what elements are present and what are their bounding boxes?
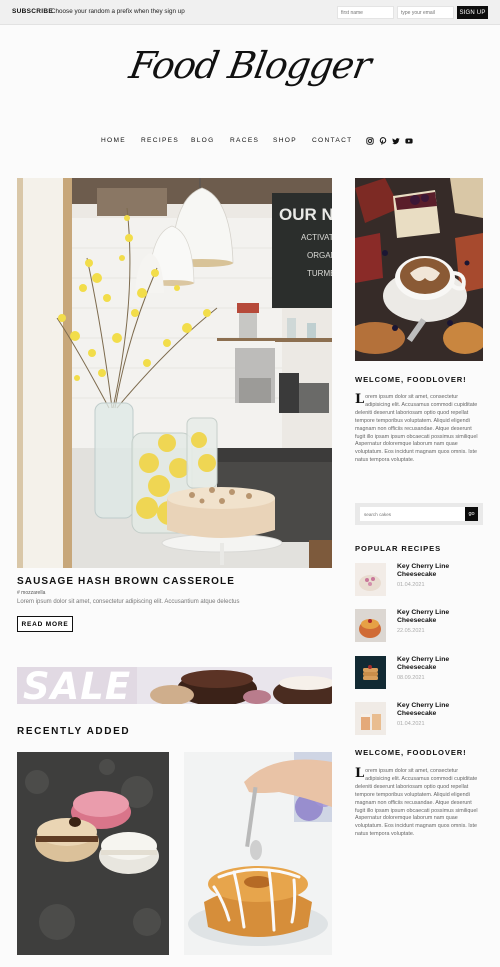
recipe-title[interactable]: Key Cherry Line Cheesecake xyxy=(397,656,477,673)
recent-post-card[interactable] xyxy=(184,752,332,955)
sign-up-button[interactable]: SIGN UP xyxy=(457,6,488,19)
chalkboard-text-2: ACTIVAT xyxy=(301,233,332,242)
macarons-photo xyxy=(17,752,169,955)
recipe-title[interactable]: Key Cherry Line Cheesecake xyxy=(397,702,477,719)
search-go-button[interactable]: go xyxy=(465,507,478,521)
recipe-thumbnail xyxy=(355,702,386,735)
instagram-icon[interactable] xyxy=(366,137,374,145)
chalkboard-text-1: OUR NE xyxy=(279,205,332,224)
sale-banner[interactable]: SALE xyxy=(17,667,332,704)
recipe-thumbnail xyxy=(355,563,386,596)
nav-item-races[interactable]: RACES xyxy=(230,137,259,144)
recipe-date: 01.04.2021 xyxy=(397,582,425,588)
welcome-text-2: Lorem ipsum dolor sit amet, consectetur … xyxy=(355,766,483,839)
main-nav: HOME RECIPES BLOG RACES SHOP CONTACT xyxy=(0,137,500,149)
welcome-body: orem ipsum dolor sit amet, consectetur a… xyxy=(355,394,478,464)
post-excerpt: Lorem ipsum dolor sit amet, consectetur … xyxy=(17,599,240,605)
youtube-icon[interactable] xyxy=(405,137,413,145)
logo-text: Food Blogger xyxy=(126,44,374,87)
welcome-heading-2: WELCOME, FOODLOVER! xyxy=(355,748,467,757)
chalkboard-text-4: TURME xyxy=(307,269,332,278)
pinterest-icon[interactable] xyxy=(379,137,387,145)
nav-item-home[interactable]: HOME xyxy=(101,137,126,144)
nav-item-blog[interactable]: BLOG xyxy=(191,137,215,144)
email-input[interactable] xyxy=(397,6,454,19)
subscribe-bar: SUBSCRIBE Choose your random a prefix wh… xyxy=(0,0,500,25)
welcome-text: Lorem ipsum dolor sit amet, consectetur … xyxy=(355,392,483,465)
recipe-title[interactable]: Key Cherry Line Cheesecake xyxy=(397,563,477,580)
site-logo[interactable]: Food Blogger xyxy=(0,44,500,87)
recipe-date: 01.04.2021 xyxy=(397,721,425,727)
featured-post-image[interactable]: OUR NE ACTIVAT ORGAN TURME xyxy=(17,178,332,568)
recently-added-heading: RECENTLY ADDED xyxy=(17,726,131,737)
recipe-title[interactable]: Key Cherry Line Cheesecake xyxy=(397,609,477,626)
popular-recipe-item[interactable]: Key Cherry Line Cheesecake 01.04.2021 xyxy=(355,702,483,736)
recent-post-card[interactable] xyxy=(17,752,169,955)
chalkboard-text-3: ORGAN xyxy=(307,251,332,260)
subscribe-text: Choose your random a prefix when they si… xyxy=(51,8,185,15)
first-name-input[interactable] xyxy=(337,6,394,19)
welcome-heading: WELCOME, FOODLOVER! xyxy=(355,375,467,384)
drop-cap: L xyxy=(355,392,365,407)
search-input[interactable] xyxy=(360,507,469,521)
sidebar-image[interactable] xyxy=(355,178,483,361)
popular-recipe-item[interactable]: Key Cherry Line Cheesecake 08.09.2021 xyxy=(355,656,483,690)
recipe-date: 08.09.2021 xyxy=(397,675,425,681)
popular-recipe-item[interactable]: Key Cherry Line Cheesecake 01.04.2021 xyxy=(355,563,483,597)
bundt-cake-photo xyxy=(184,752,332,955)
search-widget: go xyxy=(355,503,483,525)
welcome-body-2: orem ipsum dolor sit amet, consectetur a… xyxy=(355,768,478,838)
recipe-date: 22.05.2021 xyxy=(397,628,425,634)
recipe-thumbnail xyxy=(355,609,386,642)
post-tag[interactable]: # mozzarella xyxy=(17,590,45,596)
read-more-button[interactable]: READ MORE xyxy=(17,616,73,632)
nav-item-contact[interactable]: CONTACT xyxy=(312,137,352,144)
popular-recipe-item[interactable]: Key Cherry Line Cheesecake 22.05.2021 xyxy=(355,609,483,643)
nav-item-recipes[interactable]: RECIPES xyxy=(141,137,179,144)
twitter-icon[interactable] xyxy=(392,137,400,145)
subscribe-label: SUBSCRIBE xyxy=(12,8,53,15)
kitchen-photo: OUR NE ACTIVAT ORGAN TURME xyxy=(17,178,332,568)
sale-text: SALE xyxy=(23,667,132,704)
recipe-thumbnail xyxy=(355,656,386,689)
nav-item-shop[interactable]: SHOP xyxy=(273,137,297,144)
drop-cap: L xyxy=(355,766,365,781)
coffee-desserts-photo xyxy=(355,178,483,361)
post-title[interactable]: SAUSAGE HASH BROWN CASSEROLE xyxy=(17,576,235,587)
popular-recipes-heading: POPULAR RECIPES xyxy=(355,544,442,553)
